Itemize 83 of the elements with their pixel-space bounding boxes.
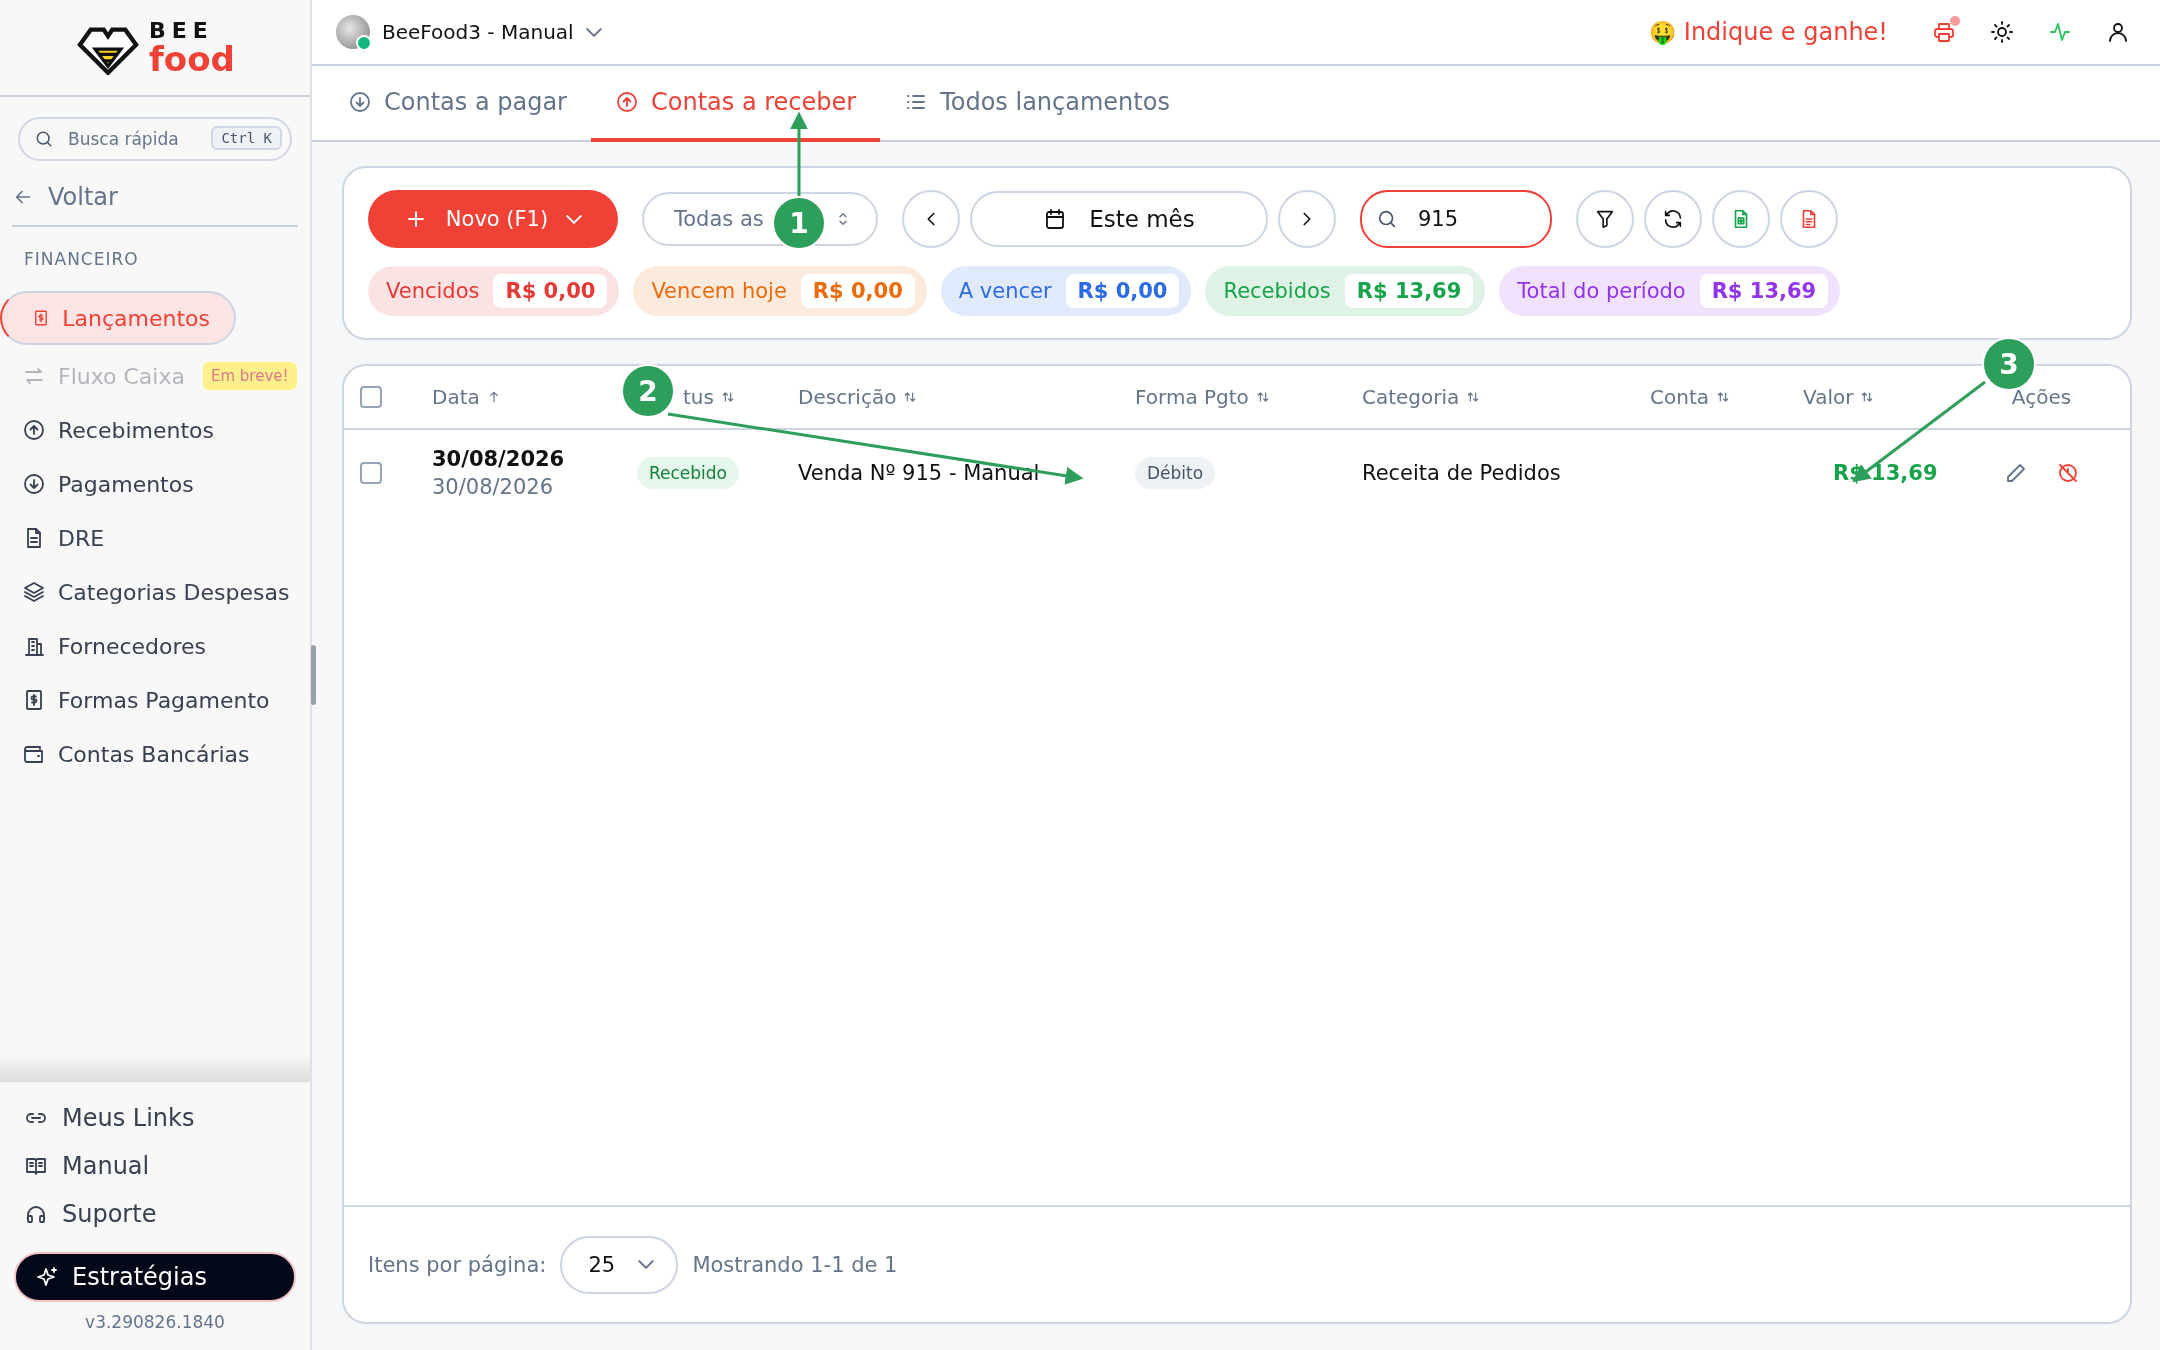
chevron-icon [585, 27, 602, 37]
version-text: v3.290826.1840 [84, 1312, 226, 1332]
sidebar-link[interactable]: Suporte [0, 1190, 310, 1238]
date-cell-text: 30/08/2026 [432, 475, 555, 499]
payment-tag: Débito [1135, 457, 1216, 489]
refresh-icon [1662, 208, 1684, 230]
sidebar-item[interactable]: DRE [0, 515, 304, 561]
user-icon [2106, 20, 2130, 44]
column-header[interactable]: Data [432, 385, 502, 409]
notification-dot [1950, 16, 1960, 26]
sparkle-icon [36, 1265, 60, 1289]
select-all-checkbox[interactable] [360, 386, 382, 408]
chevron-icon [566, 214, 583, 224]
filter-icon [1594, 208, 1616, 230]
status-button[interactable] [2048, 20, 2072, 44]
column-header[interactable]: Conta [1650, 385, 1731, 409]
sidebar-link[interactable]: Manual [0, 1142, 310, 1190]
sidebar-item[interactable]: Pagamentos [0, 461, 304, 507]
chip-value: R$ 0,00 [800, 274, 915, 308]
sidebar-item[interactable]: Lançamentos [0, 291, 236, 345]
chip-label: Vencidos [386, 279, 480, 303]
theme-button[interactable] [1990, 20, 2014, 44]
status-tag: Recebido [637, 457, 740, 489]
sidebar-link[interactable]: Meus Links [0, 1094, 310, 1142]
row-checkbox[interactable] [360, 462, 382, 484]
up-icon [22, 418, 46, 442]
tab[interactable]: Todos lançamentos [880, 66, 1194, 142]
pagination-summary: Mostrando 1-1 de 1 [692, 1252, 898, 1277]
chip-value: R$ 13,69 [1699, 274, 1829, 308]
chip-label: A vencer [958, 279, 1052, 303]
column-header[interactable]: Categoria [1362, 385, 1482, 409]
strategies-button[interactable]: Estratégias [14, 1252, 296, 1302]
arrow-up-circle-icon [615, 90, 639, 114]
sidebar-item[interactable]: Fornecedores [0, 623, 304, 669]
chip-label: Total do período [1517, 279, 1686, 303]
tab[interactable]: Contas a pagar [324, 66, 591, 142]
soon-badge: Em breve! [202, 362, 297, 390]
chip-value: R$ 0,00 [493, 274, 608, 308]
printer-icon [1932, 20, 1956, 44]
spreadsheet-export-button[interactable] [1712, 190, 1770, 248]
chip-value: R$ 13,69 [1344, 274, 1474, 308]
column-header[interactable]: Forma Pgto [1135, 385, 1271, 409]
section-heading: FINANCEIRO [24, 249, 140, 269]
sun-icon [1990, 20, 2014, 44]
sidebar-item[interactable]: Contas Bancárias [0, 731, 304, 777]
arrow-down-circle-icon [348, 90, 372, 114]
refresh-button[interactable] [1644, 190, 1702, 248]
chevron-icon [638, 1260, 655, 1269]
new-button[interactable]: Novo (F1) [368, 190, 618, 248]
search-icon [1376, 208, 1398, 230]
table-cell-text: Venda Nº 915 - Manual [798, 461, 1041, 485]
filter-button[interactable] [1576, 190, 1634, 248]
logo-text: BEE [149, 19, 215, 42]
tab[interactable]: Contas a receber [591, 66, 881, 142]
search-icon [34, 129, 54, 149]
column-header[interactable]: tus [683, 385, 736, 409]
page-size-label: Itens por página: [368, 1252, 547, 1277]
store-avatar-icon [336, 15, 370, 49]
period-button[interactable]: Este mês [970, 191, 1268, 247]
user-button[interactable] [2106, 20, 2130, 44]
shortcut-key: Ctrl K [211, 126, 282, 150]
workspace-selector[interactable]: BeeFood3 - Manual [336, 15, 602, 49]
column-header[interactable]: Valor [1803, 385, 1876, 409]
receipt-icon [32, 309, 50, 327]
chip-label: Vencem hoje [651, 279, 787, 303]
sort-icon [1715, 389, 1731, 405]
layers-icon [22, 580, 46, 604]
referral-link[interactable]: 🤑 Indique e ganhe! [1649, 18, 1888, 46]
date-cell-text: 30/08/2026 [432, 447, 566, 471]
pulse-icon [2048, 20, 2072, 44]
chip-label: Recebidos [1223, 279, 1331, 303]
column-header[interactable]: Descrição [798, 385, 919, 409]
pdf-export-button[interactable] [1780, 190, 1838, 248]
search-field[interactable]: 915 [1360, 190, 1552, 248]
chip-value: R$ 0,00 [1065, 274, 1180, 308]
logo-text: food [149, 41, 235, 76]
sidebar-item[interactable]: Categorias Despesas [0, 569, 304, 615]
down-icon [22, 472, 46, 496]
sidebar-item[interactable]: Formas Pagamento [0, 677, 304, 723]
table-cell-text: Receita de Pedidos [1362, 461, 1562, 485]
sidebar-item[interactable]: Recebimentos [0, 407, 304, 453]
page-size-select[interactable]: 25 [560, 1235, 679, 1294]
back-link[interactable]: Voltar [12, 183, 298, 227]
